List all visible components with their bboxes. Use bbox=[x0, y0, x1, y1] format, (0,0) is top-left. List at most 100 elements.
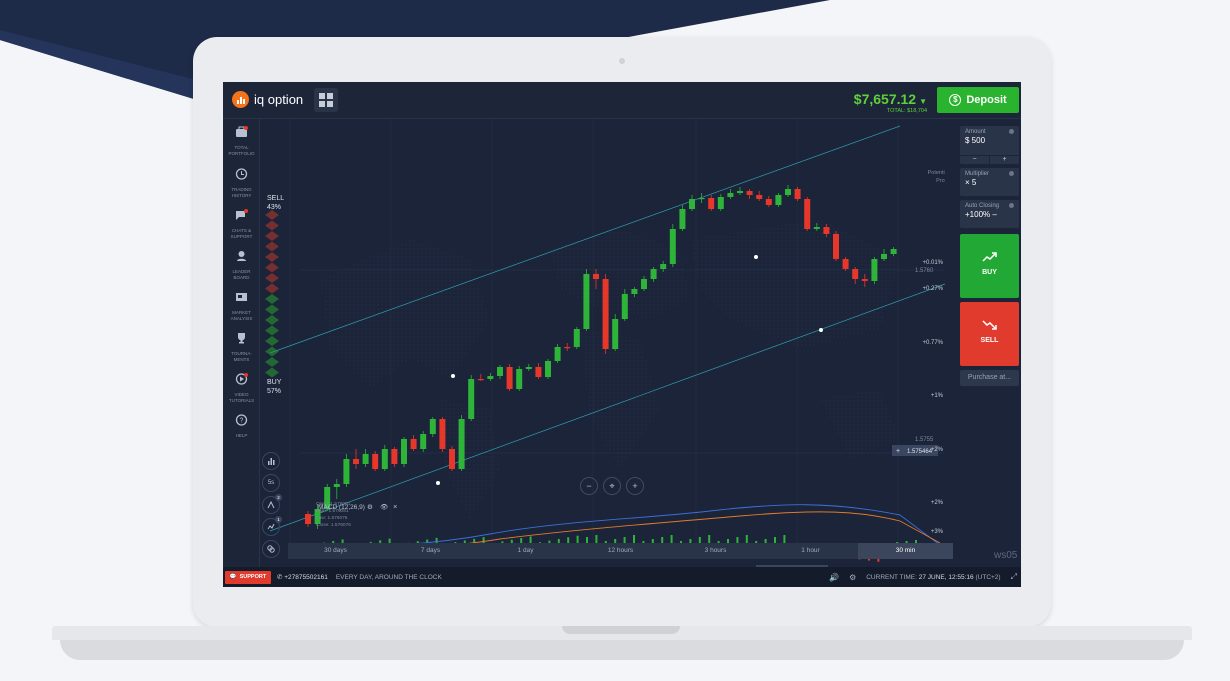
laptop-camera bbox=[619, 58, 625, 64]
help-icon: ? bbox=[235, 414, 248, 426]
support-button[interactable]: 💬 SUPPORT bbox=[225, 570, 271, 584]
sentiment-buy-pct: 57% bbox=[267, 388, 281, 395]
balance-total: TOTAL: $18,704 bbox=[886, 108, 927, 114]
macd-close-icon: × bbox=[393, 502, 397, 511]
candle-body bbox=[852, 269, 859, 279]
amount-value[interactable]: $ 500 bbox=[960, 135, 1019, 145]
candle-body bbox=[612, 319, 619, 349]
timeframe-12-hours[interactable]: 12 hours bbox=[573, 543, 668, 559]
candle-body bbox=[343, 459, 350, 484]
chart-type-button[interactable] bbox=[262, 452, 280, 470]
candle-body bbox=[660, 264, 667, 269]
indicators-badge: 1 bbox=[275, 516, 282, 523]
ohlc-low: Low: 1.576076 bbox=[316, 515, 348, 521]
settings-gear-icon[interactable]: ⚙ bbox=[849, 573, 856, 582]
info-icon[interactable] bbox=[1009, 171, 1014, 176]
candle-body bbox=[813, 227, 820, 229]
candle-body bbox=[881, 254, 887, 259]
timeframe-30-min[interactable]: 30 min bbox=[858, 543, 953, 559]
timeframe-bar: 30 days 7 days 1 day 12 hours 3 hours 1 … bbox=[288, 543, 953, 559]
candle-body bbox=[391, 449, 398, 464]
candle-body bbox=[794, 189, 801, 199]
candle-body bbox=[833, 234, 839, 259]
sidebar-item-history[interactable]: TRADING HISTORY bbox=[223, 167, 260, 198]
candle-body bbox=[353, 459, 359, 464]
zoom-in-icon: + bbox=[632, 481, 637, 491]
server-label: ws05 bbox=[994, 550, 1018, 561]
anchor-point bbox=[451, 374, 455, 378]
chat-icon bbox=[236, 209, 248, 220]
candle-body bbox=[468, 379, 475, 419]
fullscreen-icon[interactable]: ⤢ bbox=[1011, 572, 1017, 582]
info-icon[interactable] bbox=[1009, 129, 1014, 134]
candle-body bbox=[535, 367, 542, 377]
timeframe-30-days[interactable]: 30 days bbox=[288, 543, 383, 559]
candle-body bbox=[372, 454, 379, 469]
candle-body bbox=[890, 249, 897, 254]
candle-body bbox=[641, 279, 647, 289]
recenter-icon: ⌖ bbox=[609, 481, 614, 491]
trophy-icon bbox=[238, 333, 245, 344]
sidebar-item-market-analysis[interactable]: MARKET ANALYSIS bbox=[223, 290, 260, 321]
balance-amount: $7,657.12 bbox=[853, 91, 917, 107]
candle-body bbox=[458, 419, 465, 469]
candle-body bbox=[506, 367, 513, 389]
sound-icon[interactable]: 🔊 bbox=[829, 573, 839, 582]
candle-body bbox=[621, 294, 628, 319]
balance-display[interactable]: $7,657.12 ▼ TOTAL: $18,704 bbox=[854, 91, 927, 114]
timeframe-1-hour[interactable]: 1 hour bbox=[763, 543, 858, 559]
trade-panel: Amount $ 500 − + Multiplier × 5 Auto Clo… bbox=[959, 124, 1021, 567]
candle-body bbox=[756, 195, 763, 199]
candle-body bbox=[487, 376, 494, 379]
logo-text: iq option bbox=[254, 92, 304, 107]
dollar-icon: $ bbox=[949, 94, 962, 106]
macd-visibility-icon: 👁 bbox=[380, 503, 389, 511]
trading-app-screen: iq option $7,657.12 ▼ TOTAL: $18,704 $ De… bbox=[223, 82, 1021, 587]
logo[interactable]: iq option bbox=[232, 91, 303, 108]
timeframe-7-days[interactable]: 7 days bbox=[383, 543, 478, 559]
overlay-button[interactable] bbox=[262, 540, 280, 558]
amount-decrease-button[interactable]: − bbox=[960, 156, 990, 164]
candle-body bbox=[650, 269, 657, 279]
multiplier-field[interactable]: Multiplier × 5 bbox=[960, 168, 1019, 196]
buy-button[interactable]: BUY bbox=[960, 234, 1019, 298]
timeframe-3-hours[interactable]: 3 hours bbox=[668, 543, 763, 559]
amount-increase-button[interactable]: + bbox=[990, 156, 1019, 164]
laptop-notch bbox=[562, 626, 680, 634]
auto-closing-field[interactable]: Auto Closing +100% – bbox=[960, 200, 1019, 228]
price-chart[interactable]: 12:42:0012:43:0012:44:0012:45:0012:46:00… bbox=[260, 119, 945, 567]
sidebar-item-help[interactable]: ? HELP bbox=[223, 413, 260, 439]
sidebar-item-chats[interactable]: CHATS & SUPPORT bbox=[223, 208, 260, 239]
portfolio-icon bbox=[236, 126, 248, 137]
timeframe-1-day[interactable]: 1 day bbox=[478, 543, 573, 559]
candle-body bbox=[362, 454, 369, 464]
sidebar-item-tournaments[interactable]: TOURNA- MENTS bbox=[223, 331, 260, 362]
zoom-out-icon: − bbox=[586, 481, 591, 491]
sidebar-item-leaderboard[interactable]: LEADER BOARD bbox=[223, 249, 260, 280]
support-phone[interactable]: ✆ +27875502161 bbox=[277, 573, 328, 581]
sentiment-buy-label: BUY bbox=[267, 379, 282, 386]
candle-body bbox=[737, 191, 743, 193]
sidebar-item-portfolio[interactable]: TOTAL PORTFOLIO bbox=[223, 125, 260, 156]
candle-body bbox=[698, 198, 705, 200]
time-interval-button[interactable]: 5s bbox=[262, 474, 280, 492]
sidebar-item-video-tutorials[interactable]: VIDEO TUTORIALS bbox=[223, 372, 260, 403]
purchase-at-button[interactable]: Purchase at... bbox=[960, 370, 1019, 386]
current-time: CURRENT TIME: 27 JUNE, 12:55:16 (UTC+2) bbox=[866, 573, 1001, 581]
candle-body bbox=[410, 439, 417, 449]
current-price-label: 1.575464 bbox=[907, 449, 933, 455]
info-icon[interactable] bbox=[1009, 203, 1014, 208]
sell-button[interactable]: SELL bbox=[960, 302, 1019, 366]
anchor-point bbox=[819, 328, 823, 332]
candle-body bbox=[679, 209, 686, 229]
candle-body bbox=[305, 514, 311, 524]
candle-body bbox=[689, 199, 695, 209]
deposit-button[interactable]: $ Deposit bbox=[937, 87, 1019, 113]
candle-body bbox=[727, 193, 734, 197]
layout-grid-button[interactable] bbox=[314, 88, 338, 112]
amount-field[interactable]: Amount $ 500 − + bbox=[960, 126, 1019, 164]
sentiment-sell-pct: 43% bbox=[267, 204, 281, 211]
macd-settings-icon: ⚙ bbox=[367, 503, 373, 511]
potential-profit-label-2: Profit bbox=[936, 178, 945, 184]
candle-body bbox=[477, 379, 484, 381]
